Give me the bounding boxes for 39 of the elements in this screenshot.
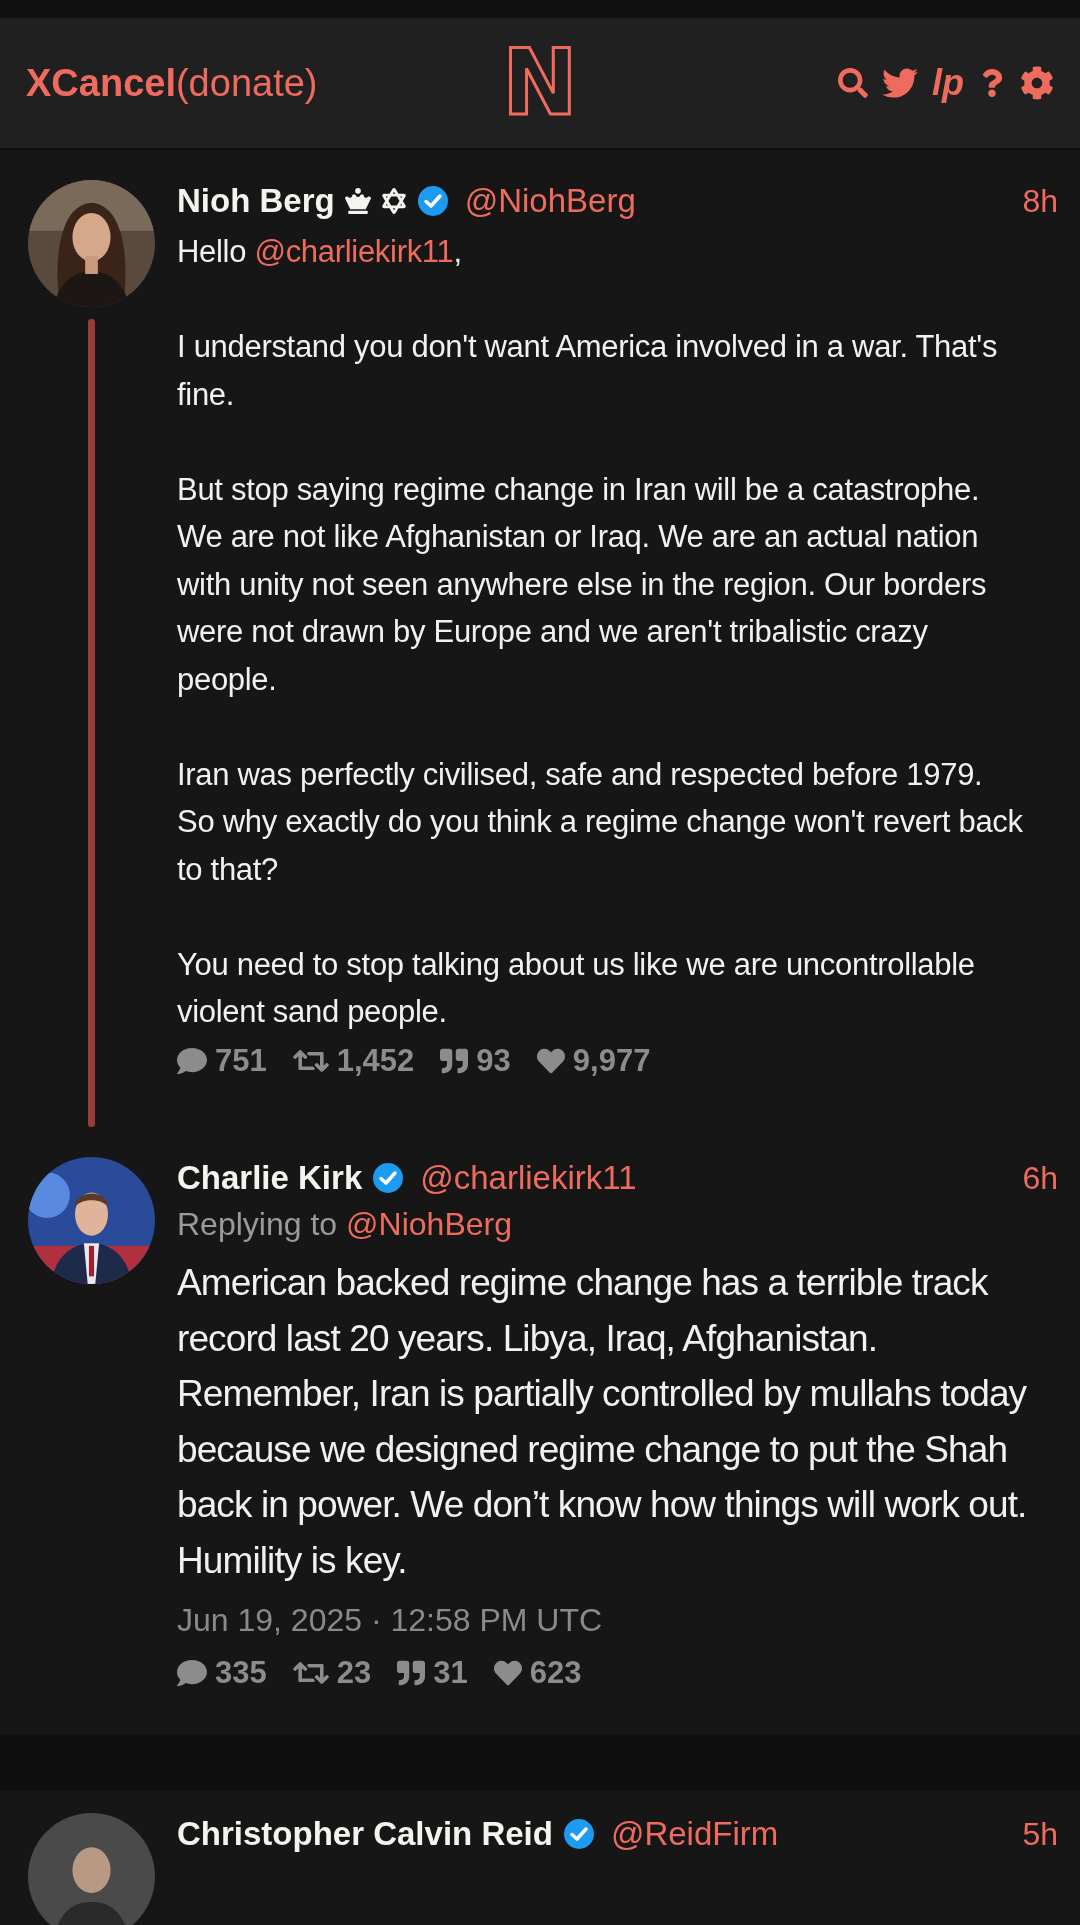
like-count: 623 [493, 1655, 582, 1691]
tweet-text: Iran was perfectly civilised, safe and respected before 1979. So why exactly do you think a regime change won't revert back to that? [177, 755, 1024, 889]
heart-icon [493, 1659, 522, 1687]
user-name[interactable]: Christopher Calvin Reid [177, 1815, 553, 1853]
retweet-count: 1,452 [292, 1043, 415, 1079]
reply-count: 751 [177, 1043, 267, 1079]
mention-link[interactable]: @NiohBerg [346, 1205, 512, 1243]
mention-link[interactable]: @charliekirk11 [254, 234, 454, 269]
tweet-text: American backed regime change has a terrible track record last 20 years. Libya, Iraq, Afghanistan. Remember, Iran is partially controlled by mullahs today because we designed regime change to put the Shah back in power. We don’t know how things will work out. Humility is key. [177, 1261, 1028, 1583]
tweet-text: Hello @charliekirk11, [177, 233, 463, 271]
nav-link[interactable]: lp [932, 62, 964, 104]
logo[interactable]: N [502, 38, 578, 128]
site-title-link[interactable]: XCancel(donate) [26, 61, 318, 105]
heart-icon [536, 1047, 565, 1075]
bird-icon[interactable] [882, 65, 918, 101]
user-handle[interactable]: @ReidFirm [610, 1815, 779, 1853]
tweet-text: But stop saying regime change in Iran will be a catastrophe. We are not like Afghanistan or Iraq. We are an actual nation with unity not seen anywhere else in the region. Our borders were not drawn by Europe and we aren't tribalistic crazy people. [177, 470, 988, 699]
retweet-count: 23 [292, 1655, 372, 1691]
user-name[interactable]: Nioh Berg [177, 182, 335, 220]
quote-icon [397, 1659, 426, 1687]
tweet-time[interactable]: 5h [1022, 1815, 1058, 1853]
tweet-time[interactable]: 8h [1022, 182, 1058, 220]
reply-count: 335 [177, 1655, 267, 1691]
user-name[interactable]: Charlie Kirk [177, 1159, 363, 1197]
search-icon[interactable] [838, 68, 868, 98]
user-handle[interactable]: @NiohBerg [464, 182, 636, 220]
tweet-text: I understand you don't want America involved in a war. That's fine. [177, 328, 999, 414]
settings-icon[interactable] [1020, 66, 1054, 100]
quote-count: 93 [440, 1043, 511, 1079]
tweet-date[interactable]: Jun 19, 2025 · 12:58 PM UTC [177, 1602, 1058, 1639]
tweet-text: You need to stop talking about us like we are uncontrollable violent sand people. [177, 945, 976, 1031]
replying-label: Replying to [177, 1205, 338, 1243]
quote-icon [440, 1047, 469, 1075]
comment-icon [177, 1658, 207, 1688]
comment-icon [177, 1046, 207, 1076]
tweet-time[interactable]: 6h [1022, 1159, 1058, 1197]
user-handle[interactable]: @charliekirk11 [420, 1159, 637, 1197]
like-count: 9,977 [536, 1043, 651, 1079]
quote-count: 31 [397, 1655, 468, 1691]
